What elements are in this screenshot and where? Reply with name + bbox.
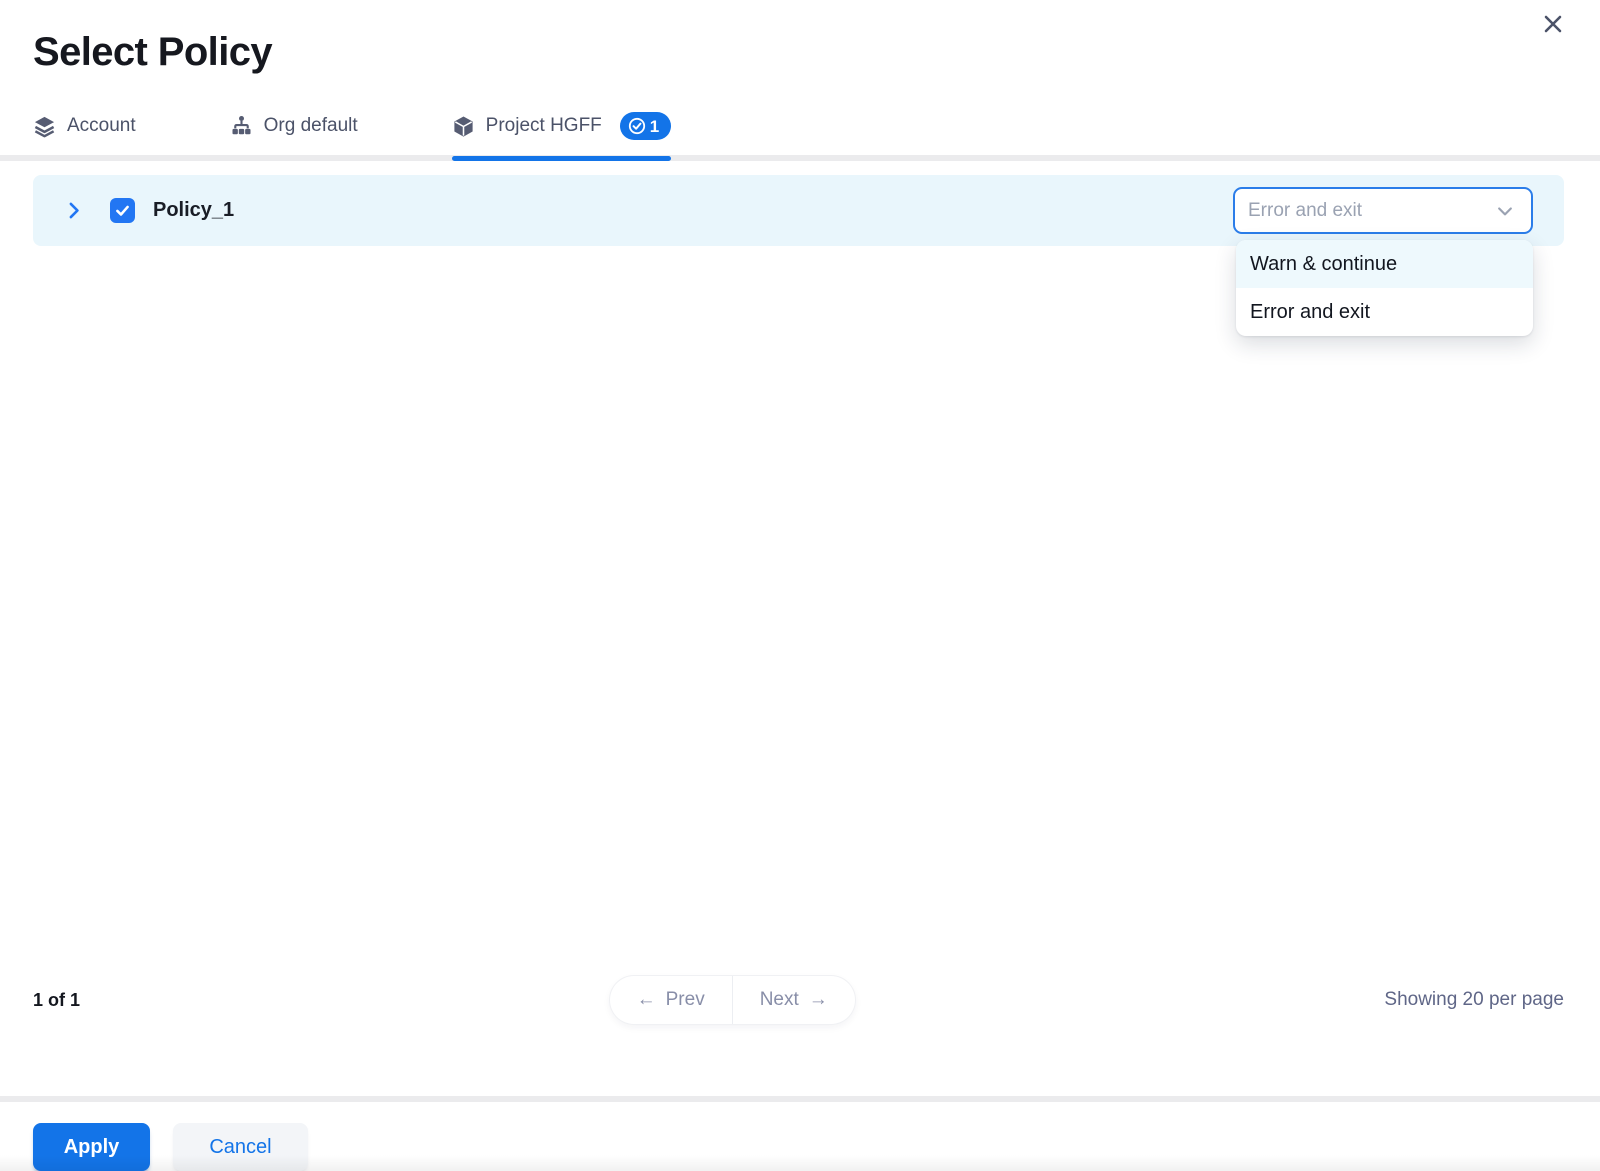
dropdown-option-warn-continue[interactable]: Warn & continue — [1236, 240, 1533, 288]
policy-name: Policy_1 — [153, 199, 234, 222]
pagination-bar: 1 of 1 ← Prev Next → Showing 20 per page — [0, 976, 1600, 1024]
close-button[interactable] — [1539, 10, 1567, 38]
cancel-button[interactable]: Cancel — [173, 1123, 308, 1171]
next-page-button[interactable]: Next → — [732, 976, 855, 1024]
chevron-down-icon — [1495, 201, 1515, 221]
select-value: Error and exit — [1248, 200, 1362, 222]
check-circle-icon — [628, 117, 646, 135]
arrow-right-icon: → — [809, 989, 828, 1011]
page-info: 1 of 1 — [33, 990, 80, 1011]
badge-count: 1 — [650, 118, 659, 135]
tab-account[interactable]: Account — [33, 112, 136, 155]
tab-label: Org default — [264, 115, 358, 137]
layers-icon — [33, 115, 56, 138]
close-icon — [1541, 12, 1565, 36]
policy-list: Policy_1 Error and exit Warn & continue … — [0, 161, 1600, 976]
policy-checkbox[interactable] — [110, 198, 135, 223]
tab-label: Project HGFF — [486, 115, 602, 137]
org-chart-icon — [230, 115, 253, 138]
expand-row-button[interactable] — [63, 200, 84, 221]
policy-action-dropdown-menu: Warn & continue Error and exit — [1236, 240, 1533, 336]
prev-page-button[interactable]: ← Prev — [610, 976, 732, 1024]
page-title: Select Policy — [0, 0, 1600, 75]
apply-button[interactable]: Apply — [33, 1123, 150, 1171]
dropdown-option-error-exit[interactable]: Error and exit — [1236, 288, 1533, 336]
per-page-info: Showing 20 per page — [1384, 989, 1564, 1011]
selected-count-badge: 1 — [620, 112, 671, 140]
next-label: Next — [760, 989, 799, 1011]
select-policy-modal: Select Policy Account — [0, 0, 1600, 1171]
cube-icon — [452, 115, 475, 138]
tab-org-default[interactable]: Org default — [230, 112, 358, 155]
prev-label: Prev — [666, 989, 705, 1011]
policy-row[interactable]: Policy_1 Error and exit Warn & continue … — [33, 175, 1564, 246]
pager: ← Prev Next → — [610, 976, 855, 1024]
tab-project-hgff[interactable]: Project HGFF 1 — [452, 112, 672, 155]
check-icon — [114, 202, 131, 219]
modal-footer: Apply Cancel — [0, 1096, 1600, 1171]
arrow-left-icon: ← — [637, 989, 656, 1011]
tab-label: Account — [67, 115, 136, 137]
tab-bar: Account Org default Proje — [0, 112, 1600, 161]
chevron-right-icon — [63, 200, 84, 221]
policy-action-select[interactable]: Error and exit — [1233, 187, 1533, 234]
